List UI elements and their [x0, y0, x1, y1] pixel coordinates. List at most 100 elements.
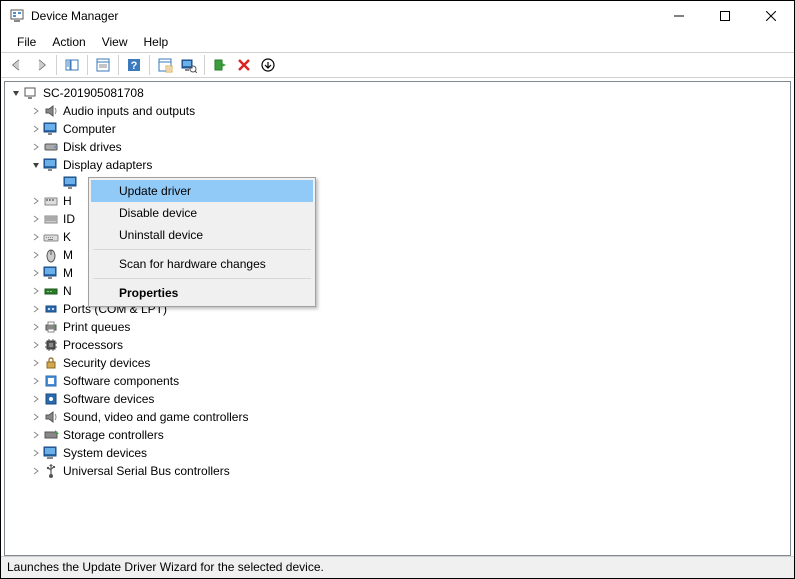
chevron-right-icon[interactable] — [29, 104, 43, 118]
chevron-right-icon[interactable] — [29, 374, 43, 388]
tree-item[interactable]: Processors — [5, 336, 790, 354]
menu-help[interactable]: Help — [136, 33, 177, 51]
swcomp-icon — [43, 373, 59, 389]
chevron-down-icon[interactable] — [9, 86, 23, 100]
titlebar-text: Device Manager — [31, 9, 656, 23]
storage-icon — [43, 427, 59, 443]
titlebar-buttons — [656, 1, 794, 31]
show-hide-console-button[interactable] — [61, 54, 83, 76]
tree-item-label: M — [63, 248, 73, 262]
disk-icon — [43, 139, 59, 155]
chevron-right-icon[interactable] — [29, 410, 43, 424]
tree-item[interactable]: Display adapters — [5, 156, 790, 174]
tree-root-label: SC-201905081708 — [43, 86, 144, 100]
chevron-right-icon[interactable] — [29, 140, 43, 154]
device-tree[interactable]: SC-201905081708 Audio inputs and outputs… — [4, 81, 791, 556]
toolbar-separator — [118, 55, 119, 75]
port-icon — [43, 301, 59, 317]
statusbar-text: Launches the Update Driver Wizard for th… — [7, 560, 324, 574]
maximize-button[interactable] — [702, 1, 748, 31]
computer-icon — [23, 85, 39, 101]
tree-item[interactable]: Disk drives — [5, 138, 790, 156]
chevron-right-icon[interactable] — [29, 266, 43, 280]
chevron-right-icon[interactable] — [29, 122, 43, 136]
tree-item[interactable]: Storage controllers — [5, 426, 790, 444]
statusbar: Launches the Update Driver Wizard for th… — [1, 556, 794, 578]
tree-item-label: Audio inputs and outputs — [63, 104, 195, 118]
tree-item-label: Storage controllers — [63, 428, 164, 442]
cpu-icon — [43, 337, 59, 353]
tree-item[interactable]: Software components — [5, 372, 790, 390]
cm-update-driver[interactable]: Update driver — [91, 180, 313, 202]
chevron-right-icon[interactable] — [29, 284, 43, 298]
chevron-right-icon[interactable] — [29, 230, 43, 244]
chevron-right-icon[interactable] — [29, 302, 43, 316]
tree-item-label: H — [63, 194, 72, 208]
tree-item[interactable]: Print queues — [5, 318, 790, 336]
cm-properties[interactable]: Properties — [91, 282, 313, 304]
chevron-right-icon[interactable] — [29, 248, 43, 262]
action-button[interactable] — [154, 54, 176, 76]
device-manager-window: Device Manager File Action View Help ? — [0, 0, 795, 579]
menubar: File Action View Help — [1, 31, 794, 52]
minimize-button[interactable] — [656, 1, 702, 31]
tree-item[interactable]: Computer — [5, 120, 790, 138]
cm-separator — [93, 278, 311, 279]
tree-item[interactable]: Security devices — [5, 354, 790, 372]
chevron-right-icon[interactable] — [29, 212, 43, 226]
cm-uninstall-device[interactable]: Uninstall device — [91, 224, 313, 246]
swdev-icon — [43, 391, 59, 407]
chevron-right-icon[interactable] — [29, 338, 43, 352]
tree-item[interactable]: Software devices — [5, 390, 790, 408]
tree-item-label: Security devices — [63, 356, 150, 370]
properties-button[interactable] — [92, 54, 114, 76]
tree-item[interactable]: Universal Serial Bus controllers — [5, 462, 790, 480]
toolbar-separator — [87, 55, 88, 75]
system-icon — [43, 445, 59, 461]
chevron-right-icon[interactable] — [29, 356, 43, 370]
chevron-right-icon[interactable] — [29, 320, 43, 334]
svg-text:?: ? — [131, 60, 138, 72]
menu-view[interactable]: View — [94, 33, 136, 51]
cm-scan-hardware[interactable]: Scan for hardware changes — [91, 253, 313, 275]
chevron-right-icon[interactable] — [29, 428, 43, 442]
audio-icon — [43, 103, 59, 119]
audio-icon — [43, 409, 59, 425]
toolbar: ? — [1, 52, 794, 78]
tree-item[interactable]: Sound, video and game controllers — [5, 408, 790, 426]
printer-icon — [43, 319, 59, 335]
tree-item-label: Print queues — [63, 320, 130, 334]
toolbar-separator — [149, 55, 150, 75]
help-button[interactable]: ? — [123, 54, 145, 76]
tree-item-label: K — [63, 230, 71, 244]
enable-button[interactable] — [209, 54, 231, 76]
tree-item-label: Disk drives — [63, 140, 122, 154]
uninstall-button[interactable] — [233, 54, 255, 76]
toolbar-separator — [204, 55, 205, 75]
chevron-down-icon[interactable] — [29, 158, 43, 172]
cm-disable-device[interactable]: Disable device — [91, 202, 313, 224]
close-button[interactable] — [748, 1, 794, 31]
menu-action[interactable]: Action — [44, 33, 93, 51]
chevron-right-icon[interactable] — [29, 464, 43, 478]
monitor-icon — [43, 121, 59, 137]
tree-root[interactable]: SC-201905081708 — [5, 84, 790, 102]
chevron-right-icon[interactable] — [29, 194, 43, 208]
chevron-right-icon[interactable] — [29, 392, 43, 406]
cm-separator — [93, 249, 311, 250]
tree-item[interactable]: System devices — [5, 444, 790, 462]
spacer — [49, 176, 63, 190]
tree-item[interactable]: Audio inputs and outputs — [5, 102, 790, 120]
scan-button[interactable] — [178, 54, 200, 76]
context-menu: Update driver Disable device Uninstall d… — [88, 177, 316, 307]
tree-item-label: M — [63, 266, 73, 280]
menu-file[interactable]: File — [9, 33, 44, 51]
update-button[interactable] — [257, 54, 279, 76]
chevron-right-icon[interactable] — [29, 446, 43, 460]
mouse-icon — [43, 247, 59, 263]
tree-item-label: Software devices — [63, 392, 154, 406]
back-button[interactable] — [6, 54, 28, 76]
ide-icon — [43, 211, 59, 227]
tree-item-label: Display adapters — [63, 158, 152, 172]
forward-button[interactable] — [30, 54, 52, 76]
